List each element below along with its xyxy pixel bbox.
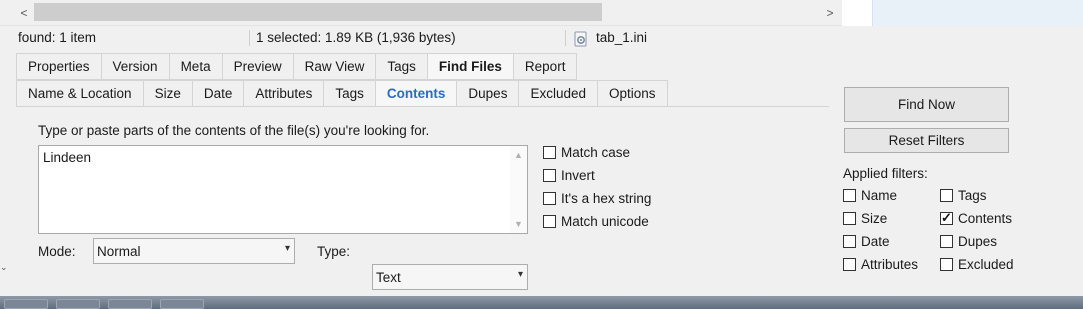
match-case-checkbox[interactable] [543,145,556,159]
scroll-up-icon[interactable]: ▲ [510,150,527,160]
tab-raw-view[interactable]: Raw View [292,53,376,80]
subtab-size[interactable]: Size [142,80,192,107]
tab-tags[interactable]: Tags [375,53,427,80]
invert-checkbox[interactable] [543,168,556,182]
contents-search-text[interactable]: Lindeen [43,150,91,165]
tab-version[interactable]: Version [100,53,169,80]
filter-excluded-checkbox[interactable] [940,257,953,271]
reset-filters-button[interactable]: Reset Filters [844,128,1009,153]
tab-preview[interactable]: Preview [221,53,293,80]
filter-contents[interactable]: Contents [940,209,1012,227]
subtab-excluded[interactable]: Excluded [518,80,597,107]
subtab-contents[interactable]: Contents [374,80,457,107]
find-files-subtab-bar: Name & Location Size Date Attributes Tag… [16,80,668,107]
filter-size-label[interactable]: Size [861,211,887,226]
filter-attributes-checkbox[interactable] [843,257,856,271]
invert-option[interactable]: Invert [543,166,651,184]
tab-divider [16,106,829,107]
match-case-option[interactable]: Match case [543,143,651,161]
scrollbar-thumb[interactable] [34,3,602,21]
match-case-label[interactable]: Match case [561,145,630,160]
filter-date-checkbox[interactable] [843,234,856,248]
mode-label: Mode: [38,244,76,259]
tab-report[interactable]: Report [512,53,578,80]
subtab-attributes[interactable]: Attributes [243,80,324,107]
status-file-name: tab_1.ini [596,30,648,45]
type-label: Type: [317,244,351,259]
find-now-button[interactable]: Find Now [844,87,1009,122]
filter-tags-checkbox[interactable] [940,188,953,202]
invert-label[interactable]: Invert [561,168,595,183]
status-selection-size: 1 selected: 1.89 KB (1,936 bytes) [256,30,456,45]
type-value: Text [376,269,401,285]
hex-string-label[interactable]: It's a hex string [561,191,651,206]
subtab-tags[interactable]: Tags [323,80,375,107]
hex-string-checkbox[interactable] [543,191,556,205]
subtab-options[interactable]: Options [597,80,668,107]
chevron-down-icon: ▾ [517,269,523,280]
textarea-scrollbar[interactable]: ▲ ▼ [510,146,527,233]
hex-string-option[interactable]: It's a hex string [543,189,651,207]
filter-size[interactable]: Size [843,209,887,227]
subtab-dupes[interactable]: Dupes [456,80,519,107]
mode-value: Normal [97,243,141,259]
collapse-chevron-icon[interactable]: ⌄ [0,262,8,273]
content-options: Match case Invert It's a hex string Matc… [543,143,651,230]
filter-date[interactable]: Date [843,232,890,250]
applied-filters-title: Applied filters: [843,166,928,181]
contents-search-textarea[interactable]: Lindeen ▲ ▼ [38,145,528,234]
taskbar-button[interactable] [56,299,100,309]
status-separator [249,30,250,46]
scroll-down-icon[interactable]: ▼ [510,219,527,229]
filter-attributes-label[interactable]: Attributes [861,257,918,272]
filter-tags-label[interactable]: Tags [958,188,987,203]
status-found-count: found: 1 item [18,30,97,45]
filter-attributes[interactable]: Attributes [843,255,918,273]
type-select[interactable]: Text ▾ [372,264,528,290]
right-pane-panel [872,0,1083,26]
filter-tags[interactable]: Tags [940,186,987,204]
filter-name-checkbox[interactable] [843,188,856,202]
taskbar-button[interactable] [160,299,204,309]
status-separator [565,30,566,46]
subtab-name-location[interactable]: Name & Location [16,80,143,107]
filter-contents-label[interactable]: Contents [958,211,1012,226]
tab-find-files[interactable]: Find Files [426,53,513,80]
filter-contents-checkbox[interactable] [940,210,953,226]
filter-excluded[interactable]: Excluded [940,255,1014,273]
match-unicode-checkbox[interactable] [543,214,556,228]
mode-select[interactable]: Normal ▾ [93,238,295,264]
filter-dupes-label[interactable]: Dupes [958,234,997,249]
chevron-down-icon: ▾ [284,243,290,254]
subtab-date[interactable]: Date [191,80,244,107]
match-unicode-option[interactable]: Match unicode [543,212,651,230]
filter-excluded-label[interactable]: Excluded [958,257,1014,272]
tab-meta[interactable]: Meta [168,53,222,80]
contents-instruction: Type or paste parts of the contents of t… [38,123,430,138]
taskbar-button[interactable] [4,299,48,309]
taskbar-button[interactable] [108,299,152,309]
horizontal-scrollbar[interactable]: < > [0,0,842,26]
filter-dupes[interactable]: Dupes [940,232,997,250]
filter-dupes-checkbox[interactable] [940,234,953,248]
ini-file-icon [573,31,589,50]
filter-date-label[interactable]: Date [861,234,890,249]
status-bar: found: 1 item 1 selected: 1.89 KB (1,936… [0,26,1083,50]
tab-properties[interactable]: Properties [16,53,101,80]
filter-name[interactable]: Name [843,186,897,204]
match-unicode-label[interactable]: Match unicode [561,214,649,229]
scroll-left-arrow[interactable]: < [16,4,32,22]
filter-name-label[interactable]: Name [861,188,897,203]
scroll-right-arrow[interactable]: > [822,4,838,22]
filter-size-checkbox[interactable] [843,211,856,225]
main-tab-bar: Properties Version Meta Preview Raw View… [16,53,578,80]
